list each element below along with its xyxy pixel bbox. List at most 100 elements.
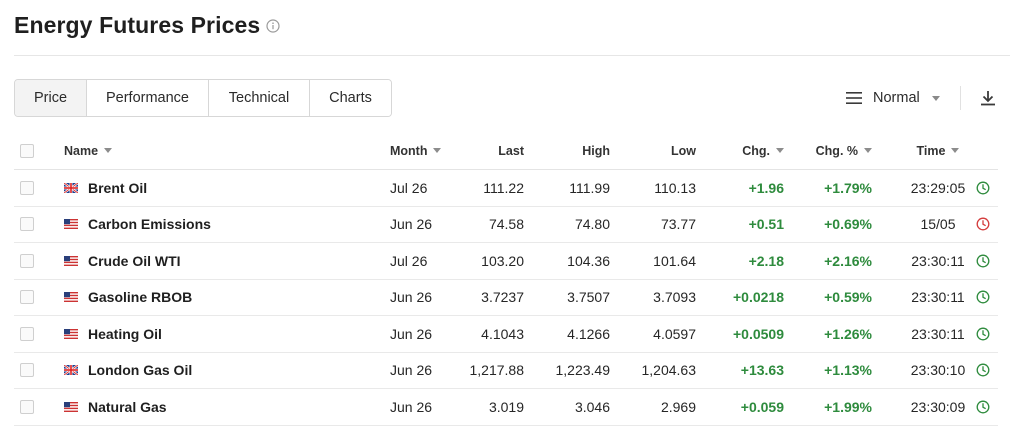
tab-price[interactable]: Price — [15, 80, 87, 116]
sort-caret-icon — [104, 148, 113, 153]
time-cell: 23:30:11 — [911, 252, 965, 269]
row-checkbox[interactable] — [20, 290, 34, 305]
row-select-cell — [20, 389, 36, 425]
change-pct-cell: +2.16% — [824, 252, 872, 269]
high-cell: 3.046 — [574, 398, 610, 415]
uk-flag-icon — [64, 365, 88, 376]
time-cell: 23:29:05 — [910, 179, 966, 196]
name-cell: Gasoline RBOB — [64, 280, 344, 316]
tab-technical[interactable]: Technical — [209, 80, 310, 116]
info-icon[interactable] — [266, 18, 280, 33]
menu-icon — [846, 92, 862, 104]
instrument-name-link[interactable]: Heating Oil — [88, 326, 162, 342]
row-checkbox[interactable] — [20, 253, 34, 268]
time-cell: 23:30:10 — [910, 362, 966, 379]
energy-futures-table: Name Month Last High Low Chg. Chg. % Tim… — [14, 132, 998, 426]
row-checkbox[interactable] — [20, 180, 34, 195]
low-cell: 4.0597 — [653, 325, 696, 342]
name-cell: Crude Oil WTI — [64, 243, 344, 279]
us-flag-icon — [64, 255, 88, 266]
change-pct-cell: +1.26% — [824, 325, 872, 342]
us-flag-icon — [64, 219, 88, 230]
name-cell: Natural Gas — [64, 389, 344, 425]
download-icon[interactable] — [978, 88, 998, 108]
uk-flag-icon — [64, 182, 88, 193]
time-cell: 23:30:09 — [910, 398, 966, 415]
row-select-cell — [20, 353, 36, 389]
high-cell: 111.99 — [569, 179, 610, 196]
table-row: Brent Oil Jul 26 111.22 111.99 110.13 +1… — [14, 170, 998, 207]
last-cell: 111.22 — [483, 179, 524, 196]
tab-performance[interactable]: Performance — [87, 80, 209, 116]
instrument-name-link[interactable]: Gasoline RBOB — [88, 289, 192, 305]
column-header-chg[interactable]: Chg. — [689, 132, 784, 169]
last-cell: 74.58 — [488, 216, 524, 233]
clock-icon — [976, 327, 990, 341]
us-flag-icon — [64, 401, 88, 412]
sort-caret-icon — [864, 148, 872, 153]
view-mode-select[interactable]: Normal — [846, 86, 940, 110]
toolbar-divider — [960, 86, 961, 110]
name-cell: London Gas Oil — [64, 353, 344, 389]
column-header-high[interactable]: High — [520, 132, 610, 169]
last-cell: 3.7237 — [481, 289, 524, 306]
column-header-name-label: Name — [64, 143, 99, 158]
change-cell: +13.63 — [740, 362, 784, 379]
market-status-cell — [974, 243, 992, 279]
low-cell: 110.13 — [654, 179, 696, 196]
us-flag-icon — [64, 328, 88, 339]
clock-icon — [976, 290, 990, 304]
change-cell: +0.0218 — [733, 289, 784, 306]
column-header-last[interactable]: Last — [434, 132, 524, 169]
time-cell: 23:30:11 — [911, 325, 965, 342]
high-cell: 4.1266 — [567, 325, 610, 342]
table-row: London Gas Oil Jun 26 1,217.88 1,223.49 … — [14, 353, 998, 389]
column-header-low[interactable]: Low — [606, 132, 696, 169]
market-status-cell — [974, 280, 992, 316]
row-checkbox[interactable] — [20, 217, 34, 232]
market-status-cell — [974, 389, 992, 425]
change-pct-cell: +1.99% — [824, 398, 872, 415]
instrument-name-link[interactable]: Natural Gas — [88, 399, 167, 415]
high-cell: 3.7507 — [567, 289, 610, 306]
tab-charts[interactable]: Charts — [310, 80, 391, 116]
view-tabs: Price Performance Technical Charts — [14, 79, 392, 117]
instrument-name-link[interactable]: London Gas Oil — [88, 362, 192, 378]
low-cell: 1,204.63 — [641, 362, 697, 379]
low-cell: 3.7093 — [653, 289, 696, 306]
instrument-name-link[interactable]: Brent Oil — [88, 180, 147, 196]
select-all-checkbox[interactable] — [20, 143, 34, 158]
table-header-row: Name Month Last High Low Chg. Chg. % Tim… — [14, 132, 998, 170]
instrument-name-link[interactable]: Carbon Emissions — [88, 216, 211, 232]
clock-icon — [976, 363, 990, 377]
instrument-name-link[interactable]: Crude Oil WTI — [88, 253, 181, 269]
clock-closed-icon — [976, 217, 990, 231]
last-cell: 103.20 — [481, 252, 524, 269]
high-cell: 1,223.49 — [555, 362, 611, 379]
column-header-time-label: Time — [916, 143, 946, 158]
clock-icon — [976, 254, 990, 268]
change-cell: +0.51 — [748, 216, 784, 233]
low-cell: 101.64 — [653, 252, 696, 269]
high-cell: 74.80 — [574, 216, 610, 233]
change-cell: +0.0509 — [733, 325, 784, 342]
market-status-cell — [974, 207, 992, 243]
row-checkbox[interactable] — [20, 363, 34, 378]
last-cell: 1,217.88 — [469, 362, 525, 379]
title-divider — [14, 55, 1010, 56]
change-pct-cell: +1.13% — [824, 362, 872, 379]
column-header-time[interactable]: Time — [890, 132, 986, 169]
view-mode-value: Normal — [873, 90, 920, 106]
row-checkbox[interactable] — [20, 399, 34, 414]
us-flag-icon — [64, 292, 88, 303]
market-status-cell — [974, 316, 992, 352]
chevron-down-icon — [931, 95, 940, 101]
sort-caret-icon — [951, 148, 960, 153]
column-header-name[interactable]: Name — [64, 132, 344, 169]
time-cell: 23:30:11 — [911, 289, 965, 306]
title-row: Energy Futures Prices — [14, 12, 280, 39]
row-select-cell — [20, 243, 36, 279]
low-cell: 2.969 — [660, 398, 696, 415]
column-header-chg-pct[interactable]: Chg. % — [778, 132, 872, 169]
row-checkbox[interactable] — [20, 326, 34, 341]
